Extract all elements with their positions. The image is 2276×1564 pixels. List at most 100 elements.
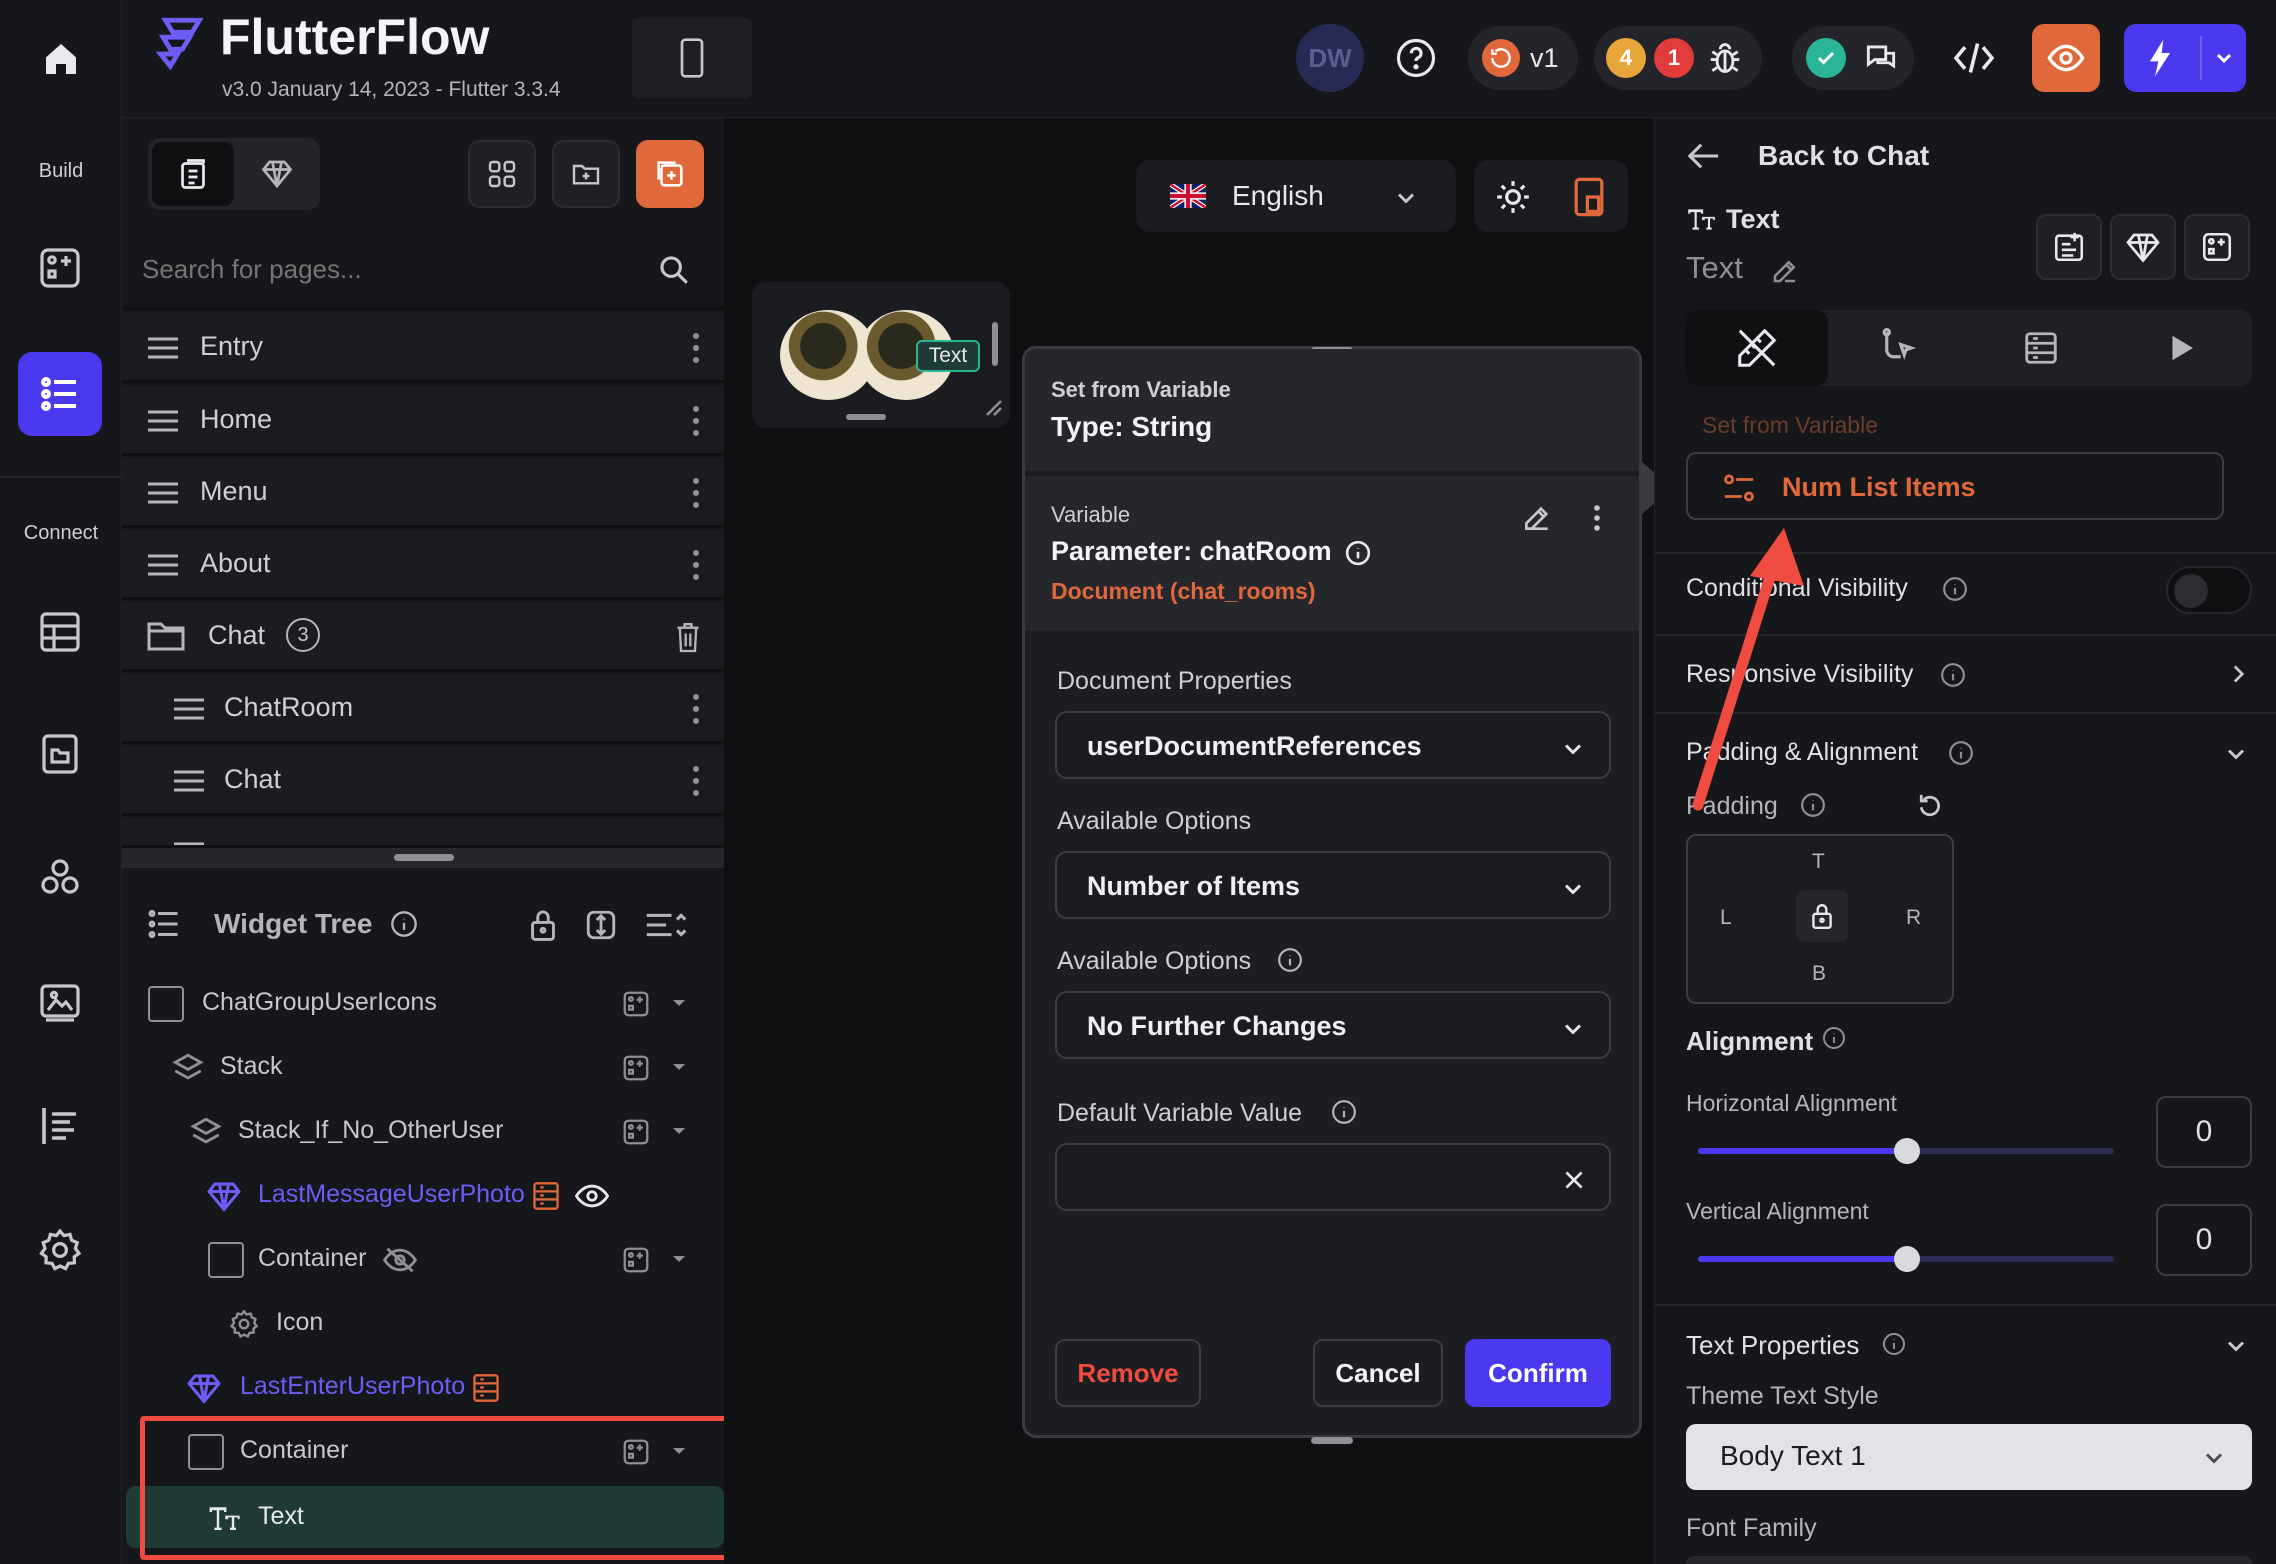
reset-icon[interactable] bbox=[1910, 786, 1950, 826]
grid-view-icon[interactable] bbox=[468, 140, 536, 208]
vertical-alignment-input[interactable]: 0 bbox=[2156, 1204, 2252, 1276]
convert-component-icon[interactable] bbox=[2110, 214, 2176, 280]
horizontal-alignment-input[interactable]: 0 bbox=[2156, 1096, 2252, 1168]
info-icon[interactable] bbox=[1938, 660, 1968, 690]
tree-item-icon[interactable]: Icon bbox=[122, 1292, 724, 1356]
expand-collapse-icon[interactable] bbox=[580, 904, 622, 946]
edit-name-icon[interactable] bbox=[1766, 252, 1804, 290]
tree-item-lastenteruserphoto[interactable]: LastEnterUserPhoto bbox=[122, 1356, 724, 1420]
info-icon[interactable] bbox=[1880, 1330, 1908, 1358]
backend-query-icon[interactable] bbox=[528, 1178, 564, 1214]
page-item-chatroom[interactable]: ChatRoom bbox=[122, 674, 724, 744]
document-properties-dropdown[interactable]: userDocumentReferences bbox=[1055, 711, 1611, 779]
device-frame-icon[interactable] bbox=[1566, 172, 1612, 222]
tree-item-lastmessageuserphoto[interactable]: LastMessageUserPhoto bbox=[122, 1164, 724, 1228]
add-widget-icon[interactable] bbox=[18, 226, 102, 310]
font-family-dropdown[interactable] bbox=[1686, 1556, 2252, 1564]
info-icon[interactable] bbox=[388, 908, 420, 940]
properties-tab-icon[interactable] bbox=[1686, 310, 1828, 386]
chevron-right-icon[interactable] bbox=[2220, 656, 2256, 692]
play-tab-icon[interactable] bbox=[2112, 310, 2252, 386]
slider-thumb[interactable] bbox=[1894, 1138, 1920, 1164]
info-icon[interactable] bbox=[1343, 538, 1373, 568]
theme-icon[interactable] bbox=[18, 1084, 102, 1168]
resize-handle-icon[interactable] bbox=[980, 394, 1004, 418]
confirm-button[interactable]: Confirm bbox=[1465, 1339, 1611, 1407]
padding-bottom-label[interactable]: B bbox=[1812, 962, 1826, 986]
wrap-widget-icon[interactable] bbox=[2036, 214, 2102, 280]
avatar[interactable]: DW bbox=[1296, 24, 1364, 92]
visibility-eye-icon[interactable] bbox=[572, 1178, 612, 1214]
clear-icon[interactable] bbox=[1561, 1167, 1587, 1193]
more-vertical-icon[interactable] bbox=[690, 476, 702, 510]
page-item-chat[interactable]: Chat bbox=[122, 746, 724, 816]
search-icon[interactable] bbox=[650, 246, 698, 294]
components-tab-icon[interactable] bbox=[238, 142, 316, 206]
more-vertical-icon[interactable] bbox=[690, 764, 702, 798]
more-vertical-icon[interactable] bbox=[1585, 498, 1609, 538]
device-preview-icon[interactable] bbox=[632, 18, 752, 98]
caret-down-icon[interactable] bbox=[668, 992, 690, 1014]
tree-options-icon[interactable] bbox=[640, 904, 692, 946]
lock-icon[interactable] bbox=[522, 904, 564, 946]
info-icon[interactable] bbox=[1820, 1024, 1848, 1052]
page-item-entry[interactable]: Entry bbox=[122, 313, 724, 383]
cancel-button[interactable]: Cancel bbox=[1313, 1339, 1443, 1407]
media-folder-icon[interactable] bbox=[18, 712, 102, 796]
actions-tab-icon[interactable] bbox=[1828, 310, 1970, 386]
padding-editor[interactable]: T L R B bbox=[1686, 834, 1954, 1004]
more-vertical-icon[interactable] bbox=[690, 692, 702, 726]
default-value-field[interactable] bbox=[1055, 1143, 1611, 1211]
edit-icon[interactable] bbox=[1517, 498, 1557, 538]
search-input[interactable] bbox=[140, 244, 620, 294]
add-page-icon[interactable] bbox=[636, 140, 704, 208]
page-item-menu[interactable]: Menu bbox=[122, 458, 724, 528]
available-options-dropdown-2[interactable]: No Further Changes bbox=[1055, 991, 1611, 1059]
horizontal-alignment-slider[interactable] bbox=[1698, 1138, 2114, 1164]
padding-right-label[interactable]: R bbox=[1906, 906, 1921, 930]
chevron-down-icon[interactable] bbox=[2216, 1328, 2256, 1364]
chevron-down-icon[interactable] bbox=[2216, 736, 2256, 772]
eye-slash-icon[interactable] bbox=[380, 1242, 420, 1278]
theme-text-style-dropdown[interactable]: Body Text 1 bbox=[1686, 1424, 2252, 1490]
back-to-chat-link[interactable]: Back to Chat bbox=[1680, 130, 2080, 182]
add-child-icon[interactable] bbox=[618, 1050, 654, 1086]
add-child-icon[interactable] bbox=[618, 1114, 654, 1150]
variable-section[interactable]: Variable Parameter: chatRoom Document (c… bbox=[1025, 473, 1639, 631]
caret-down-icon[interactable] bbox=[668, 1248, 690, 1270]
remove-button[interactable]: Remove bbox=[1055, 1339, 1201, 1407]
more-vertical-icon[interactable] bbox=[690, 404, 702, 438]
more-vertical-icon[interactable] bbox=[690, 548, 702, 582]
panel-resize-handle[interactable] bbox=[122, 848, 724, 868]
add-folder-icon[interactable] bbox=[552, 140, 620, 208]
widget-tree-icon[interactable] bbox=[18, 352, 102, 436]
available-options-dropdown-1[interactable]: Number of Items bbox=[1055, 851, 1611, 919]
lock-icon[interactable] bbox=[1796, 890, 1848, 942]
image-assets-icon[interactable] bbox=[18, 960, 102, 1044]
add-child-icon[interactable] bbox=[618, 1242, 654, 1278]
page-item-home[interactable]: Home bbox=[122, 386, 724, 456]
tree-item-stack[interactable]: Stack bbox=[122, 1036, 724, 1100]
backend-query-icon[interactable] bbox=[468, 1370, 504, 1406]
info-icon[interactable] bbox=[1329, 1097, 1359, 1127]
page-item-about[interactable]: About bbox=[122, 530, 724, 600]
preview-eye-icon[interactable] bbox=[2032, 24, 2100, 92]
caret-down-icon[interactable] bbox=[668, 1056, 690, 1078]
tree-item-container[interactable]: Container bbox=[122, 1228, 724, 1292]
info-icon[interactable] bbox=[1940, 574, 1970, 604]
padding-left-label[interactable]: L bbox=[1720, 906, 1732, 930]
add-widget-icon[interactable] bbox=[2184, 214, 2250, 280]
settings-icon[interactable] bbox=[18, 1208, 102, 1292]
collaboration-button[interactable] bbox=[1792, 26, 1914, 90]
widget-name[interactable]: Text bbox=[1686, 250, 1743, 286]
caret-down-icon[interactable] bbox=[668, 1120, 690, 1142]
tree-item-stack-if-no-otheruser[interactable]: Stack_If_No_OtherUser bbox=[122, 1100, 724, 1164]
version-history-button[interactable]: v1 bbox=[1468, 26, 1578, 90]
run-button[interactable] bbox=[2124, 24, 2246, 92]
home-icon[interactable] bbox=[30, 28, 92, 90]
conditional-visibility-toggle[interactable] bbox=[2166, 566, 2252, 614]
trash-icon[interactable] bbox=[674, 620, 702, 654]
issues-button[interactable]: 4 1 bbox=[1594, 26, 1762, 90]
vertical-alignment-slider[interactable] bbox=[1698, 1246, 2114, 1272]
tree-item-chatgroupusericons[interactable]: ChatGroupUserIcons bbox=[122, 972, 724, 1036]
